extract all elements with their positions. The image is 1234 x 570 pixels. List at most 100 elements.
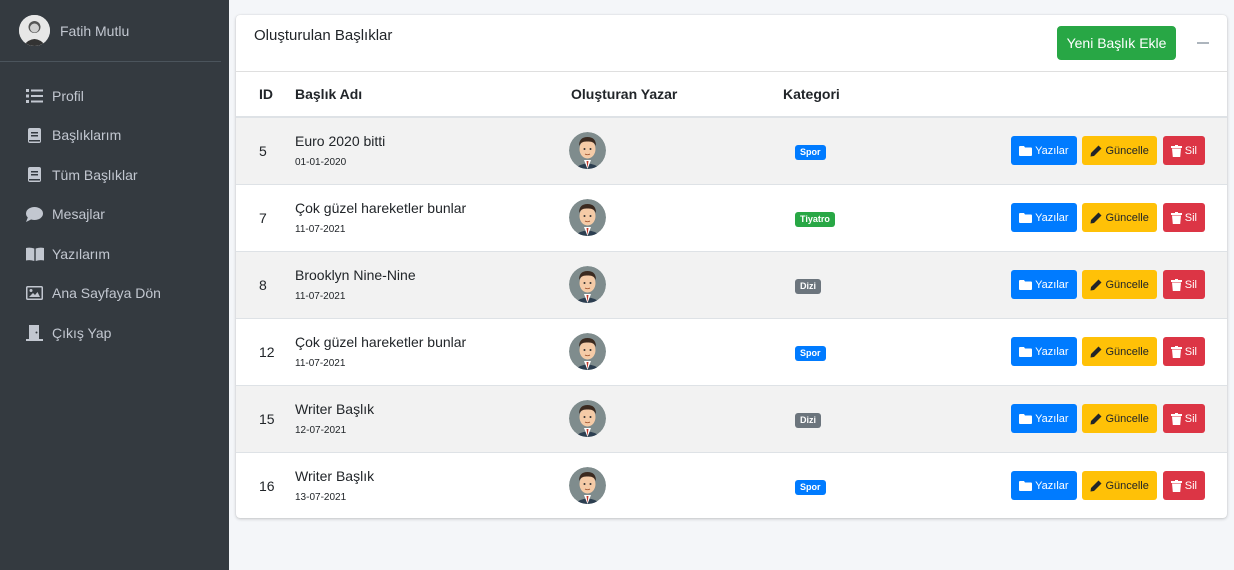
posts-label: Yazılar xyxy=(1035,479,1069,492)
posts-button[interactable]: Yazılar xyxy=(1011,136,1077,166)
update-button[interactable]: Güncelle xyxy=(1082,337,1157,366)
posts-label: Yazılar xyxy=(1035,345,1069,358)
pencil-icon xyxy=(1090,346,1102,357)
sidebar-item-label: Tüm Başlıklar xyxy=(52,166,138,183)
col-header-id[interactable]: ID xyxy=(236,72,295,118)
delete-button[interactable]: Sil xyxy=(1162,203,1205,232)
update-label: Güncelle xyxy=(1105,412,1149,425)
category-badge: Dizi xyxy=(795,412,822,428)
book-icon xyxy=(25,167,44,183)
update-label: Güncelle xyxy=(1105,211,1149,224)
posts-button[interactable]: Yazılar xyxy=(1011,203,1077,232)
sidebar-item-label: Profil xyxy=(52,87,84,104)
delete-label: Sil xyxy=(1184,144,1197,157)
update-button[interactable]: Güncelle xyxy=(1082,203,1157,232)
sidebar-nav: Profil Başlıklarım Tüm Başlıklar Mesajla… xyxy=(0,62,229,353)
row-title-cell: Çok güzel hareketler bunlar 11-07-2021 xyxy=(295,317,571,385)
sidebar-item-label: Mesajlar xyxy=(52,206,105,223)
update-button[interactable]: Güncelle xyxy=(1082,136,1157,166)
user-name: Fatih Mutlu xyxy=(60,22,130,39)
sidebar-item-basliklarim[interactable]: Başlıklarım xyxy=(0,116,229,156)
delete-button[interactable]: Sil xyxy=(1162,471,1205,501)
row-date: 11-07-2021 xyxy=(295,291,346,302)
delete-button[interactable]: Sil xyxy=(1162,136,1205,166)
delete-label: Sil xyxy=(1184,211,1197,224)
table-row: 7 Çok güzel hareketler bunlar 11-07-2021… xyxy=(236,183,1227,251)
table-row: 8 Brooklyn Nine-Nine 11-07-2021 Dizi Yaz… xyxy=(236,250,1227,318)
delete-label: Sil xyxy=(1184,479,1197,492)
posts-button[interactable]: Yazılar xyxy=(1011,404,1077,433)
book-icon xyxy=(25,127,44,143)
posts-label: Yazılar xyxy=(1035,144,1069,157)
author-avatar xyxy=(569,266,606,303)
posts-button[interactable]: Yazılar xyxy=(1011,471,1077,501)
author-avatar xyxy=(569,199,606,236)
trash-icon xyxy=(1170,211,1182,224)
col-header-name[interactable]: Başlık Adı xyxy=(295,72,571,118)
folder-icon xyxy=(1019,413,1033,424)
posts-label: Yazılar xyxy=(1035,211,1069,224)
posts-button[interactable]: Yazılar xyxy=(1011,270,1077,299)
delete-button[interactable]: Sil xyxy=(1162,404,1205,433)
row-title-cell: Çok güzel hareketler bunlar 11-07-2021 xyxy=(295,183,571,251)
row-id-value: 12 xyxy=(259,343,275,360)
pencil-icon xyxy=(1090,413,1102,424)
sidebar-item-yazilarim[interactable]: Yazılarım xyxy=(0,234,229,274)
sidebar-item-profil[interactable]: Profil xyxy=(0,76,229,116)
sidebar: Fatih Mutlu Profil Başlıklarım Tüm Başlı… xyxy=(0,0,229,570)
sidebar-item-mesajlar[interactable]: Mesajlar xyxy=(0,195,229,235)
row-title: Euro 2020 bitti xyxy=(295,133,386,150)
folder-icon xyxy=(1019,346,1033,357)
user-panel[interactable]: Fatih Mutlu xyxy=(0,0,221,62)
row-author-cell xyxy=(569,250,783,318)
table-row: 5 Euro 2020 bitti 01-01-2020 Spor Yazıla… xyxy=(236,116,1227,184)
table-row: 15 Writer Başlık 12-07-2021 Dizi Yazılar… xyxy=(236,384,1227,452)
posts-button[interactable]: Yazılar xyxy=(1011,337,1077,366)
row-title-cell: Writer Başlık 13-07-2021 xyxy=(295,451,571,518)
delete-label: Sil xyxy=(1184,412,1197,425)
category-badge: Spor xyxy=(795,345,826,361)
delete-button[interactable]: Sil xyxy=(1162,337,1205,366)
sidebar-item-tum-basliklar[interactable]: Tüm Başlıklar xyxy=(0,155,229,195)
folder-icon xyxy=(1019,480,1033,491)
pencil-icon xyxy=(1090,279,1102,290)
sidebar-item-cikis-yap[interactable]: Çıkış Yap xyxy=(0,313,229,353)
update-button[interactable]: Güncelle xyxy=(1082,404,1157,433)
update-button[interactable]: Güncelle xyxy=(1082,270,1157,299)
sidebar-item-label: Yazılarım xyxy=(52,245,111,262)
sidebar-item-label: Başlıklarım xyxy=(52,127,122,144)
update-label: Güncelle xyxy=(1105,479,1149,492)
trash-icon xyxy=(1170,144,1182,157)
row-title-cell: Writer Başlık 12-07-2021 xyxy=(295,384,571,452)
new-topic-button[interactable]: Yeni Başlık Ekle xyxy=(1057,26,1176,60)
row-date: 13-07-2021 xyxy=(295,492,347,504)
category-badge: Spor xyxy=(795,144,826,160)
author-avatar xyxy=(569,467,606,505)
card-header: Oluşturulan Başlıklar Yeni Başlık Ekle xyxy=(236,15,1227,72)
row-actions: Yazılar Güncelle Sil xyxy=(893,451,1227,518)
image-icon xyxy=(25,285,44,301)
topics-card: Oluşturulan Başlıklar Yeni Başlık Ekle I… xyxy=(236,15,1227,518)
pencil-icon xyxy=(1090,480,1102,492)
update-label: Güncelle xyxy=(1105,144,1149,157)
row-date: 01-01-2020 xyxy=(295,157,347,169)
update-button[interactable]: Güncelle xyxy=(1082,471,1157,501)
category-badge: Tiyatro xyxy=(795,211,835,227)
row-date: 12-07-2021 xyxy=(295,425,347,436)
row-title: Çok güzel hareketler bunlar xyxy=(295,200,467,216)
row-id: 5 xyxy=(236,116,295,184)
col-header-category[interactable]: Kategori xyxy=(783,72,893,118)
sidebar-item-ana-sayfa[interactable]: Ana Sayfaya Dön xyxy=(0,274,229,314)
table-row: 16 Writer Başlık 13-07-2021 Spor Yazılar… xyxy=(236,451,1227,518)
pencil-icon xyxy=(1090,212,1102,223)
row-title-cell: Euro 2020 bitti 01-01-2020 xyxy=(295,116,571,184)
folder-icon xyxy=(1019,145,1033,156)
col-header-author[interactable]: Oluşturan Yazar xyxy=(571,72,783,118)
delete-button[interactable]: Sil xyxy=(1162,270,1205,299)
delete-label: Sil xyxy=(1184,345,1197,358)
card-title: Oluşturulan Başlıklar xyxy=(254,27,393,44)
row-id: 8 xyxy=(236,250,295,318)
row-date: 11-07-2021 xyxy=(295,224,346,235)
row-author-cell xyxy=(569,183,783,251)
collapse-minus-icon[interactable] xyxy=(1197,42,1209,44)
